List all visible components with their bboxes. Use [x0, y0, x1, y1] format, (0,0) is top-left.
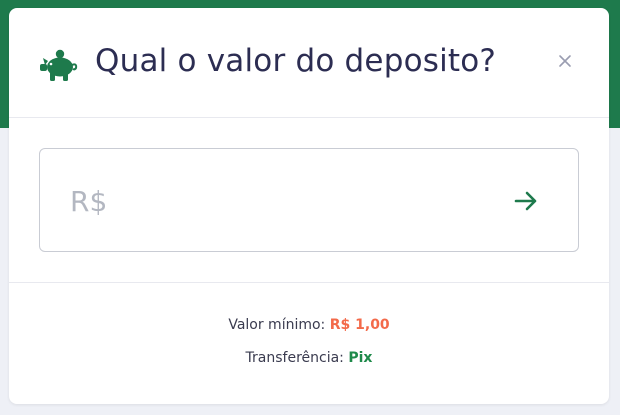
- modal-title: Qual o valor do deposito?: [95, 43, 497, 79]
- close-icon: [559, 55, 571, 67]
- arrow-right-icon: [514, 191, 537, 211]
- modal-footer: Valor mínimo: R$ 1,00 Transferência: Pix: [9, 284, 609, 404]
- submit-button[interactable]: [512, 187, 540, 215]
- amount-field[interactable]: [39, 148, 579, 252]
- transfer-label: Transferência:: [245, 350, 344, 366]
- modal-body: [9, 119, 609, 283]
- amount-input[interactable]: [70, 181, 490, 221]
- close-button[interactable]: [553, 49, 577, 73]
- piggy-bank-icon: [39, 48, 79, 82]
- transfer-method: Pix: [348, 350, 373, 366]
- min-value-label: Valor mínimo:: [228, 317, 326, 333]
- modal-header: Qual o valor do deposito?: [9, 8, 609, 118]
- min-value-line: Valor mínimo: R$ 1,00: [9, 317, 609, 333]
- transfer-line: Transferência: Pix: [9, 350, 609, 366]
- deposit-modal: Qual o valor do deposito? Valor mínimo: …: [9, 8, 609, 404]
- min-value-amount: R$ 1,00: [329, 317, 390, 333]
